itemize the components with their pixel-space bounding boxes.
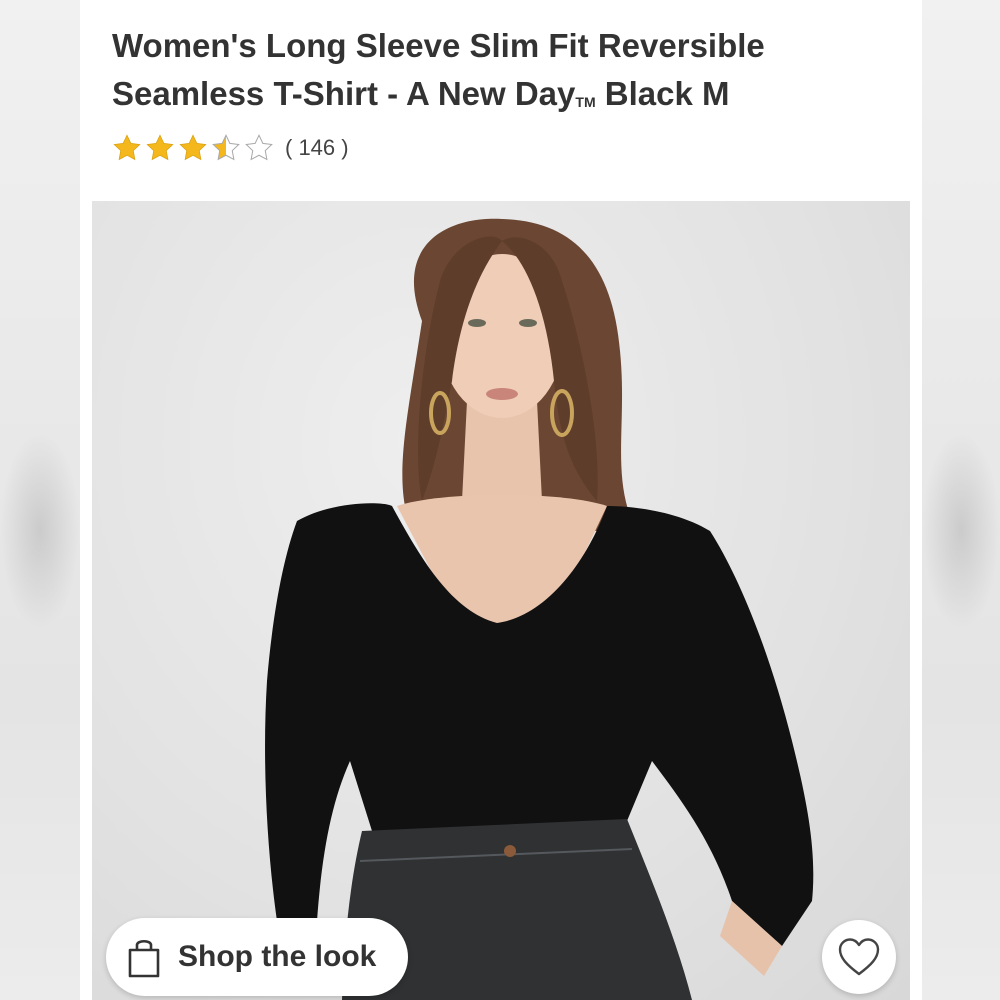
half-star-icon (212, 134, 240, 161)
product-variant: Black M (595, 75, 730, 112)
trademark-symbol: TM (575, 94, 596, 110)
product-image[interactable] (92, 201, 910, 1000)
product-card: Women's Long Sleeve Slim Fit Reversible … (80, 0, 922, 1000)
empty-star-icon (245, 134, 273, 161)
star-icon (179, 134, 207, 161)
right-blur-gutter (922, 0, 1000, 1000)
shop-the-look-button[interactable]: Shop the look (106, 918, 408, 996)
favorite-button[interactable] (822, 920, 896, 994)
left-blur-gutter (0, 0, 80, 1000)
review-count[interactable]: ( 146 ) (285, 135, 349, 161)
shop-the-look-label: Shop the look (178, 940, 377, 973)
model-illustration (265, 218, 814, 1000)
product-title: Women's Long Sleeve Slim Fit Reversible … (112, 22, 872, 118)
shopping-bag-icon (128, 939, 160, 978)
star-icon (113, 134, 141, 161)
rating-row[interactable]: ( 146 ) (112, 133, 349, 163)
star-icon (146, 134, 174, 161)
heart-icon (838, 938, 880, 976)
